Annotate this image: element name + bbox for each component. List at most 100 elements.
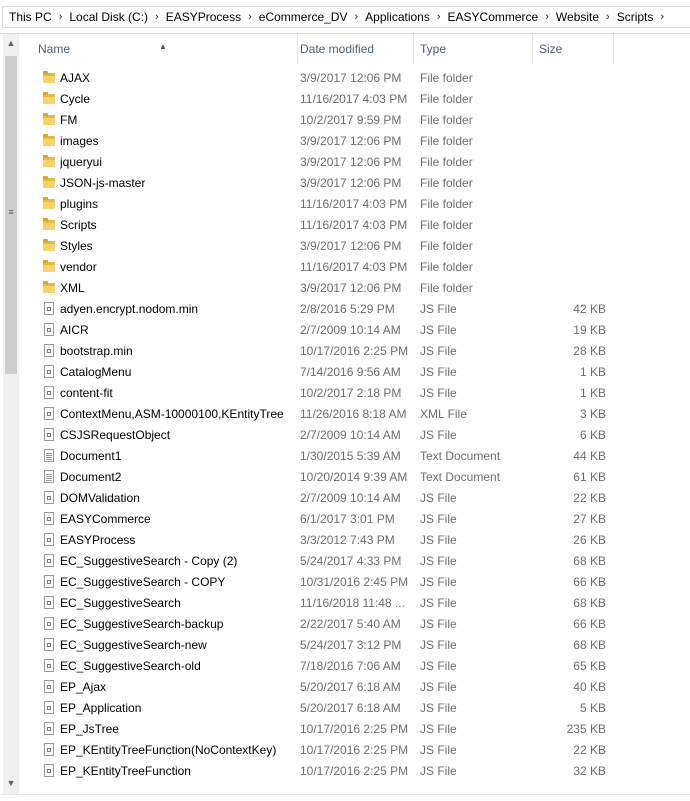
js-file-icon	[44, 323, 54, 336]
file-name: bootstrap.min	[60, 344, 133, 358]
file-size: 27 KB	[573, 512, 606, 526]
file-type: XML File	[420, 407, 467, 421]
file-row[interactable]: bootstrap.min 10/17/2016 2:25 PM JS File 28…	[22, 341, 614, 362]
file-row[interactable]: vendor 11/16/2017 4:03 PM File folder	[22, 257, 614, 278]
file-size: 68 KB	[573, 554, 606, 568]
breadcrumb-item[interactable]: Scripts	[613, 10, 658, 24]
file-row[interactable]: Cycle 11/16/2017 4:03 PM File folder	[22, 89, 614, 110]
breadcrumb-separator-icon[interactable]: ›	[245, 11, 255, 23]
breadcrumb-separator-icon[interactable]: ›	[56, 11, 66, 23]
file-icon-cell	[41, 509, 57, 530]
file-date-modified: 11/16/2017 4:03 PM	[300, 218, 408, 232]
file-date-modified: 3/9/2017 12:06 PM	[300, 155, 402, 169]
file-name: EC_SuggestiveSearch-new	[60, 638, 207, 652]
breadcrumb[interactable]: This PC › Local Disk (C:) › EASYProcess › eCom…	[2, 6, 690, 28]
file-row[interactable]: images 3/9/2017 12:06 PM File folder	[22, 131, 614, 152]
file-row[interactable]: JSON-js-master 3/9/2017 12:06 PM File fold…	[22, 173, 614, 194]
file-row[interactable]: FM 10/2/2017 9:59 PM File folder	[22, 110, 614, 131]
file-row[interactable]: EC_SuggestiveSearch-new 5/24/2017 3:12 PM…	[22, 635, 614, 656]
file-row[interactable]: EC_SuggestiveSearch - Copy (2) 5/24/2017 …	[22, 551, 614, 572]
file-row[interactable]: EP_JsTree 10/17/2016 2:25 PM JS File 235 KB	[22, 719, 614, 740]
file-row[interactable]: EC_SuggestiveSearch - COPY 10/31/2016 2:4…	[22, 572, 614, 593]
file-size: 235 KB	[566, 722, 606, 736]
file-row[interactable]: EP_KEntityTreeFunction(NoContextKey) 10/1…	[22, 740, 614, 761]
file-row[interactable]: adyen.encrypt.nodom.min 2/8/2016 5:29 PM J…	[22, 299, 614, 320]
file-type: File folder	[420, 218, 473, 232]
breadcrumb-separator-icon[interactable]: ›	[351, 11, 361, 23]
scroll-up-arrow-icon[interactable]: ▲	[3, 38, 19, 52]
file-row[interactable]: EC_SuggestiveSearch-backup 2/22/2017 5:40…	[22, 614, 614, 635]
file-size: 3 KB	[579, 407, 606, 421]
scroll-down-arrow-icon[interactable]: ▼	[3, 778, 19, 792]
file-name: EP_Ajax	[60, 680, 107, 694]
breadcrumb-separator-icon[interactable]: ›	[657, 11, 667, 23]
file-row[interactable]: EC_SuggestiveSearch-old 7/18/2016 7:06 AM…	[22, 656, 614, 677]
file-name: EC_SuggestiveSearch	[60, 596, 181, 610]
file-row[interactable]: AICR 2/7/2009 10:14 AM JS File 19 KB	[22, 320, 614, 341]
breadcrumb-separator-icon[interactable]: ›	[434, 11, 444, 23]
file-name: vendor	[60, 260, 97, 274]
file-row[interactable]: EC_SuggestiveSearch 11/16/2018 11:48 ... J…	[22, 593, 614, 614]
breadcrumb-item[interactable]: eCommerce_DV	[255, 10, 352, 24]
column-header-size[interactable]: Size	[533, 34, 614, 64]
column-header-name[interactable]: Name ▲	[22, 34, 298, 64]
file-row[interactable]: Document1 1/30/2015 5:39 AM Text Document 4…	[22, 446, 614, 467]
file-name: jqueryui	[60, 155, 103, 169]
file-type: File folder	[420, 155, 473, 169]
column-header-name-label: Name	[38, 42, 71, 56]
column-header-type-label: Type	[420, 42, 447, 56]
breadcrumb-item[interactable]: This PC	[3, 10, 56, 24]
file-row[interactable]: jqueryui 3/9/2017 12:06 PM File folder	[22, 152, 614, 173]
file-row[interactable]: Styles 3/9/2017 12:06 PM File folder	[22, 236, 614, 257]
breadcrumb-item[interactable]: Applications	[361, 10, 434, 24]
file-row[interactable]: ContextMenu,ASM-10000100,KEntityTree 11/2…	[22, 404, 614, 425]
breadcrumb-item[interactable]: EASYCommerce	[444, 10, 543, 24]
file-row[interactable]: content-fit 10/2/2017 2:18 PM JS File 1 KB	[22, 383, 614, 404]
breadcrumb-separator-icon[interactable]: ›	[603, 11, 613, 23]
address-bar[interactable]: This PC › Local Disk (C:) › EASYProcess › eCom…	[0, 0, 690, 34]
file-row[interactable]: CSJSRequestObject 2/7/2009 10:14 AM JS Fil…	[22, 425, 614, 446]
file-type: File folder	[420, 134, 473, 148]
folder-icon	[43, 134, 55, 146]
file-row[interactable]: XML 3/9/2017 12:06 PM File folder	[22, 278, 614, 299]
file-row[interactable]: AJAX 3/9/2017 12:06 PM File folder	[22, 68, 614, 89]
file-size	[540, 257, 606, 278]
js-file-icon	[44, 491, 54, 504]
file-row[interactable]: Scripts 11/16/2017 4:03 PM File folder	[22, 215, 614, 236]
column-header-date-modified[interactable]: Date modified	[298, 34, 414, 64]
vertical-scrollbar[interactable]: ▲ ≡ ▼	[3, 34, 19, 794]
file-date-modified: 7/14/2016 9:56 AM	[300, 365, 401, 379]
file-size: 22 KB	[573, 743, 606, 757]
file-name: XML	[60, 281, 85, 295]
file-type: JS File	[420, 386, 457, 400]
file-type: File folder	[420, 92, 473, 106]
file-row[interactable]: EP_Application 5/20/2017 6:18 AM JS File 5 …	[22, 698, 614, 719]
file-type: JS File	[420, 491, 457, 505]
file-row[interactable]: DOMValidation 2/7/2009 10:14 AM JS File 22 …	[22, 488, 614, 509]
file-row[interactable]: plugins 11/16/2017 4:03 PM File folder	[22, 194, 614, 215]
file-row[interactable]: EASYCommerce 6/1/2017 3:01 PM JS File 27 KB	[22, 509, 614, 530]
breadcrumb-separator-icon[interactable]: ›	[542, 11, 552, 23]
breadcrumb-item[interactable]: EASYProcess	[162, 10, 245, 24]
breadcrumb-item[interactable]: Local Disk (C:)	[65, 10, 152, 24]
file-row[interactable]: EP_Ajax 5/20/2017 6:18 AM JS File 40 KB	[22, 677, 614, 698]
file-date-modified: 10/2/2017 2:18 PM	[300, 386, 402, 400]
folder-icon	[43, 281, 55, 293]
file-row[interactable]: Document2 10/20/2014 9:39 AM Text Document…	[22, 467, 614, 488]
breadcrumb-separator-icon[interactable]: ›	[152, 11, 162, 23]
breadcrumb-item[interactable]: Website	[552, 10, 603, 24]
file-row[interactable]: EP_KEntityTreeFunction 10/17/2016 2:25 PM…	[22, 761, 614, 782]
file-row[interactable]: CatalogMenu 7/14/2016 9:56 AM JS File 1 KB	[22, 362, 614, 383]
file-row[interactable]: EASYProcess 3/3/2012 7:43 PM JS File 26 KB	[22, 530, 614, 551]
file-date-modified: 11/26/2016 8:18 AM	[300, 407, 407, 421]
file-type: JS File	[420, 617, 457, 631]
file-date-modified: 5/24/2017 3:12 PM	[300, 638, 402, 652]
file-date-modified: 3/9/2017 12:06 PM	[300, 71, 402, 85]
folder-icon	[43, 197, 55, 209]
file-icon-cell	[41, 698, 57, 719]
file-date-modified: 2/7/2009 10:14 AM	[300, 323, 401, 337]
scrollbar-thumb[interactable]: ≡	[5, 56, 17, 374]
column-header-type[interactable]: Type	[414, 34, 533, 64]
file-date-modified: 2/8/2016 5:29 PM	[300, 302, 395, 316]
file-icon-cell	[41, 194, 57, 215]
